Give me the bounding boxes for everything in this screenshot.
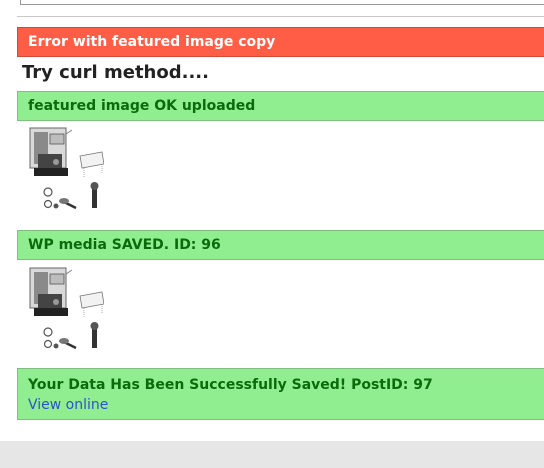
coffee-machine-image	[29, 267, 104, 350]
view-online-link[interactable]: View online	[28, 397, 108, 413]
curl-method-heading: Try curl method....	[22, 62, 209, 83]
featured-image-ok-text: featured image OK uploaded	[28, 98, 256, 114]
data-saved-message: Your Data Has Been Successfully Saved! P…	[17, 368, 544, 420]
footer-bar	[0, 441, 544, 468]
error-message-text: Error with featured image copy	[28, 34, 276, 50]
wp-media-saved-message: WP media SAVED. ID: 96	[17, 230, 544, 260]
top-border-box	[20, 0, 544, 5]
error-message: Error with featured image copy	[17, 27, 544, 57]
featured-image-ok-message: featured image OK uploaded	[17, 91, 544, 121]
wp-media-saved-text: WP media SAVED. ID: 96	[28, 237, 221, 253]
coffee-machine-image	[29, 127, 104, 210]
data-saved-text: Your Data Has Been Successfully Saved! P…	[28, 377, 433, 393]
divider	[17, 16, 544, 17]
